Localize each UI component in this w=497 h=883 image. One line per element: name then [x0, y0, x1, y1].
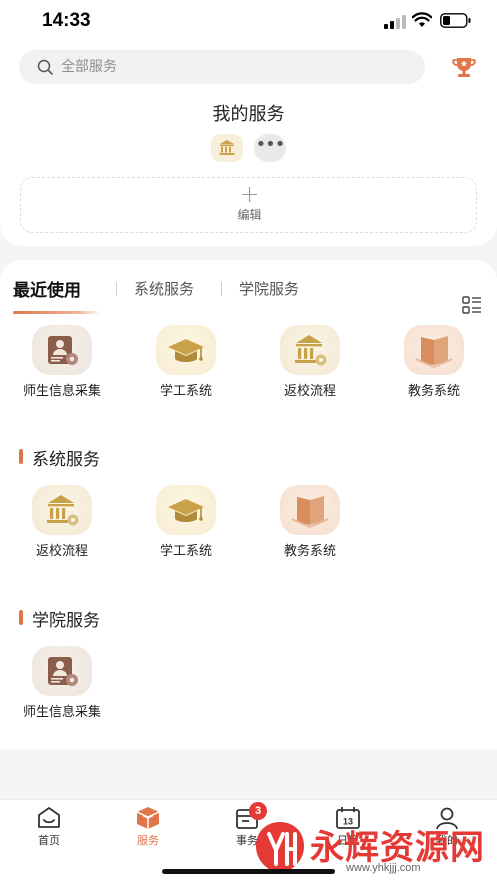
tab-divider — [221, 282, 222, 296]
tab-system-services[interactable]: 系统服务 — [134, 278, 194, 299]
watermark-url: www.yhkjjj.com — [346, 862, 421, 874]
more-icon[interactable]: ••• — [254, 134, 286, 162]
cellular-signal-icon — [384, 15, 406, 29]
section-title: 学院服务 — [32, 611, 100, 631]
app-label: 返校流程 — [35, 544, 88, 559]
system-return-school-process[interactable]: 返校流程 — [7, 485, 117, 565]
recent-student-affairs-system[interactable]: 学工系统 — [131, 325, 241, 405]
services-card: 最近使用 系统服务 学院服务 师生信息采集 学工系统 返校流程 教务系统 系统服… — [0, 260, 497, 749]
section-marker — [19, 610, 23, 625]
system-services-heading: 系统服务 — [19, 445, 100, 470]
app-label: 师生信息采集 — [22, 384, 101, 399]
tabbar-home[interactable]: 首页 — [19, 806, 79, 854]
tab-college-services[interactable]: 学院服务 — [239, 278, 299, 299]
tabbar-services[interactable]: 服务 — [118, 806, 178, 854]
recent-teacher-student-info[interactable]: 师生信息采集 — [7, 325, 117, 405]
search-input[interactable] — [61, 50, 401, 84]
add-icon: + — [239, 180, 260, 208]
trophy-icon[interactable] — [451, 54, 477, 80]
service-tabs: 最近使用 系统服务 学院服务 — [0, 276, 497, 316]
recent-academic-affairs-system[interactable]: 教务系统 — [379, 325, 489, 405]
app-label: 教务系统 — [283, 544, 336, 559]
school-building-icon — [280, 325, 340, 375]
edit-services-button[interactable]: + 编辑 — [20, 177, 477, 233]
recent-return-school-process[interactable]: 返校流程 — [255, 325, 365, 405]
app-label: 教务系统 — [407, 384, 460, 399]
status-bar: 14:33 — [0, 0, 497, 44]
system-academic-affairs-system[interactable]: 教务系统 — [255, 485, 365, 565]
search-bar[interactable] — [19, 50, 425, 84]
graduation-cap-icon — [156, 325, 216, 375]
college-teacher-student-info[interactable]: 师生信息采集 — [7, 646, 117, 726]
top-area: 14:33 我的服务 — [0, 0, 497, 246]
watermark-logo-icon — [256, 822, 304, 874]
status-time: 14:33 — [42, 10, 91, 31]
section-title: 系统服务 — [32, 450, 100, 470]
home-indicator — [162, 869, 335, 874]
teacher-student-info-icon — [32, 325, 92, 375]
app-label: 师生信息采集 — [22, 705, 101, 720]
active-tab-indicator — [13, 311, 101, 314]
battery-icon — [440, 13, 471, 28]
my-services-title: 我的服务 — [212, 104, 285, 125]
school-building-icon — [32, 485, 92, 535]
app-label: 返校流程 — [283, 384, 336, 399]
tab-recent[interactable]: 最近使用 — [13, 276, 81, 301]
edit-label: 编辑 — [237, 208, 262, 222]
home-icon — [38, 807, 60, 828]
search-icon — [37, 59, 53, 75]
section-marker — [19, 449, 23, 464]
book-icon — [404, 325, 464, 375]
list-layout-icon[interactable] — [462, 296, 482, 314]
graduation-cap-icon — [156, 485, 216, 535]
tab-divider — [116, 282, 117, 296]
book-icon — [280, 485, 340, 535]
app-label: 学工系统 — [159, 384, 212, 399]
tabbar-label: 服务 — [137, 834, 159, 847]
teacher-student-info-icon — [32, 646, 92, 696]
service-box-icon — [136, 807, 160, 829]
college-services-heading: 学院服务 — [19, 606, 100, 631]
school-building-icon[interactable] — [211, 134, 243, 162]
app-label: 学工系统 — [159, 544, 212, 559]
tabbar-label: 首页 — [38, 834, 60, 847]
system-student-affairs-system[interactable]: 学工系统 — [131, 485, 241, 565]
wifi-icon — [412, 12, 432, 27]
